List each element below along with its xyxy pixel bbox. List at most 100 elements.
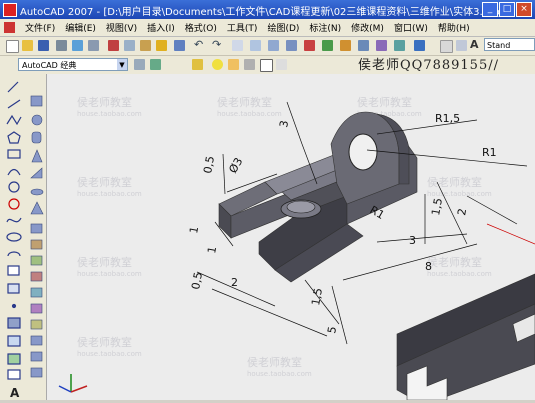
menu-edit[interactable]: 编辑(E) xyxy=(60,19,101,34)
point-icon[interactable] xyxy=(11,303,17,309)
box-icon[interactable] xyxy=(30,95,43,107)
match-properties-icon[interactable] xyxy=(156,40,167,51)
polyline-icon[interactable] xyxy=(6,114,22,126)
table-style-icon[interactable] xyxy=(456,40,467,51)
text-style-icon[interactable]: A xyxy=(470,39,481,51)
wedge-icon[interactable] xyxy=(30,167,43,179)
spline-icon[interactable] xyxy=(6,217,22,223)
menu-view[interactable]: 视图(V) xyxy=(101,19,142,34)
menu-format[interactable]: 格式(O) xyxy=(180,19,222,34)
cone-icon[interactable] xyxy=(31,149,43,163)
layer-previous-icon[interactable] xyxy=(276,59,287,70)
autocad-app-icon[interactable] xyxy=(3,3,17,17)
modeling-toolbar xyxy=(28,74,47,400)
document-icon[interactable] xyxy=(4,22,15,33)
save-icon[interactable] xyxy=(38,40,49,51)
zoom-realtime-icon[interactable] xyxy=(250,40,261,51)
markup-icon[interactable] xyxy=(376,40,387,51)
design-center-icon[interactable] xyxy=(322,40,333,51)
new-file-icon[interactable] xyxy=(6,40,19,53)
menu-insert[interactable]: 插入(I) xyxy=(142,19,180,34)
properties-icon[interactable] xyxy=(304,40,315,51)
pan-icon[interactable] xyxy=(232,40,243,51)
torus-icon[interactable] xyxy=(30,188,44,196)
rectangle-icon[interactable] xyxy=(7,149,21,159)
dimension-label-1-5: 1,5 xyxy=(429,197,445,216)
line-icon[interactable] xyxy=(7,81,19,93)
polygon-icon[interactable] xyxy=(7,131,21,144)
3d-move-icon[interactable] xyxy=(30,367,43,378)
sweep-icon[interactable] xyxy=(30,255,43,266)
dimension-style-icon[interactable] xyxy=(440,40,453,53)
slice-icon[interactable] xyxy=(30,335,43,346)
draw-toolbar: A xyxy=(0,74,29,400)
copy-icon[interactable] xyxy=(124,40,135,51)
menu-draw[interactable]: 绘图(D) xyxy=(262,19,304,34)
close-button[interactable]: × xyxy=(516,2,532,17)
intersect-icon[interactable] xyxy=(30,319,43,330)
insert-block-icon[interactable] xyxy=(7,265,20,276)
dimension-label-2-lower: 2 xyxy=(231,276,238,289)
open-folder-icon[interactable] xyxy=(22,40,33,51)
paste-icon[interactable] xyxy=(140,40,151,51)
loft-icon[interactable] xyxy=(30,271,43,282)
redo-icon[interactable]: ↷ xyxy=(212,39,223,51)
arc-icon[interactable] xyxy=(7,168,21,176)
make-block-icon[interactable] xyxy=(7,283,20,294)
menu-file[interactable]: 文件(F) xyxy=(20,19,60,34)
solid-model-rail xyxy=(396,273,535,400)
menu-tools[interactable]: 工具(T) xyxy=(222,19,263,34)
layer-manager-icon[interactable] xyxy=(192,59,203,70)
extrude-icon[interactable] xyxy=(30,223,43,234)
ellipse-icon[interactable] xyxy=(6,232,22,242)
menu-modify[interactable]: 修改(M) xyxy=(346,19,389,34)
menu-dimension[interactable]: 标注(N) xyxy=(304,19,346,34)
zoom-window-icon[interactable] xyxy=(268,40,279,51)
layer-color-icon[interactable] xyxy=(260,59,273,72)
menu-window[interactable]: 窗口(W) xyxy=(389,19,433,34)
gradient-icon[interactable] xyxy=(7,335,21,347)
hatch-icon[interactable] xyxy=(7,317,21,329)
dimension-label-0-5-lower: 0,5 xyxy=(189,271,205,290)
help-icon[interactable] xyxy=(414,40,425,51)
tool-palettes-icon[interactable] xyxy=(340,40,351,51)
chevron-down-icon[interactable]: ▼ xyxy=(117,59,127,70)
sheet-set-icon[interactable] xyxy=(358,40,369,51)
union-icon[interactable] xyxy=(30,287,43,298)
maximize-button[interactable]: □ xyxy=(499,2,515,17)
construction-line-icon[interactable] xyxy=(7,99,21,109)
publish-icon[interactable] xyxy=(88,40,99,51)
workspace-select[interactable]: AutoCAD 经典 ▼ xyxy=(18,58,128,71)
quickcalc-icon[interactable] xyxy=(394,40,405,51)
multiline-text-icon[interactable]: A xyxy=(10,386,20,400)
menu-help[interactable]: 帮助(H) xyxy=(433,19,475,34)
minimize-button[interactable]: _ xyxy=(482,2,498,17)
subtract-icon[interactable] xyxy=(30,303,43,314)
layer-freeze-icon[interactable] xyxy=(228,59,239,70)
dimension-label-0-5: 0,5 xyxy=(201,155,217,174)
ellipse-arc-icon[interactable] xyxy=(7,251,21,257)
zoom-previous-icon[interactable] xyxy=(286,40,297,51)
workspace-settings-icon[interactable] xyxy=(134,59,145,70)
text-style-select[interactable]: Stand xyxy=(484,38,535,51)
pyramid-icon[interactable] xyxy=(30,201,44,215)
sphere-icon[interactable] xyxy=(31,114,43,126)
region-icon[interactable] xyxy=(7,353,21,365)
revision-cloud-icon[interactable] xyxy=(8,198,20,210)
block-editor-icon[interactable] xyxy=(174,40,185,51)
layer-on-icon[interactable] xyxy=(212,59,223,70)
revolve-icon[interactable] xyxy=(30,239,43,250)
undo-icon[interactable]: ↶ xyxy=(194,39,205,51)
section-icon[interactable] xyxy=(30,351,43,362)
table-icon[interactable] xyxy=(7,369,21,380)
cylinder-icon[interactable] xyxy=(31,131,42,144)
layer-lock-icon[interactable] xyxy=(244,59,255,70)
print-icon[interactable] xyxy=(56,40,67,51)
menu-bar: 文件(F) 编辑(E) 视图(V) 插入(I) 格式(O) 工具(T) 绘图(D) 标注(N)… xyxy=(0,19,535,37)
cut-icon[interactable] xyxy=(108,40,119,51)
print-preview-icon[interactable] xyxy=(72,40,83,51)
save-workspace-icon[interactable] xyxy=(150,59,161,70)
drawing-canvas[interactable]: 侯老师教室 house.taobao.com 侯老师教室 house.taoba… xyxy=(47,74,535,400)
circle-icon[interactable] xyxy=(8,181,20,193)
dimension-label-1-left-b: 1 xyxy=(205,245,219,254)
